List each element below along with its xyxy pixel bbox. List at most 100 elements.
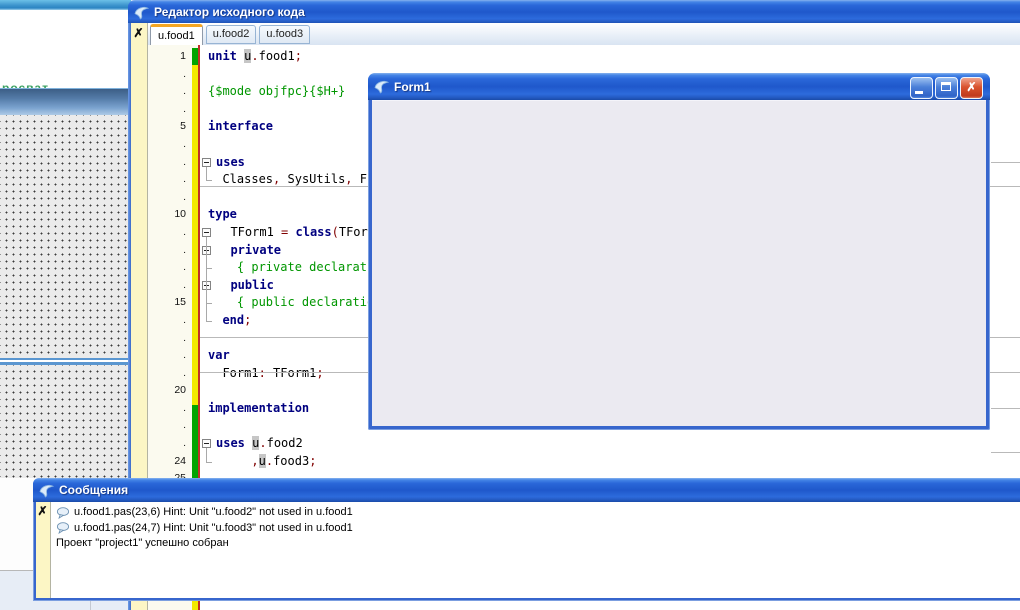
code-token bbox=[216, 243, 230, 257]
gutter-line-number: . bbox=[148, 136, 192, 154]
code-token: ; bbox=[309, 454, 316, 468]
code-token: private bbox=[230, 243, 281, 257]
gutter-line-number: . bbox=[148, 259, 192, 277]
message-item[interactable]: u.food1.pas(24,7) Hint: Unit "u.food3" n… bbox=[56, 521, 1020, 537]
gutter-line-number: . bbox=[148, 330, 192, 348]
gutter-line-number: 1 bbox=[148, 48, 192, 66]
code-token: class bbox=[296, 225, 332, 239]
code-token: {$mode objfpc}{$H+} bbox=[208, 84, 345, 98]
code-token: type bbox=[208, 207, 237, 221]
background-window-edge bbox=[0, 0, 131, 10]
messages-close-button[interactable]: ✗ bbox=[36, 504, 49, 518]
code-token bbox=[208, 454, 251, 468]
gutter-line-number: . bbox=[148, 83, 192, 101]
code-line: ,u.food3; bbox=[200, 453, 1020, 471]
maximize-button[interactable] bbox=[935, 77, 958, 99]
form-designer-grid-top bbox=[0, 115, 131, 358]
message-item[interactable]: Проект "project1" успешно собран bbox=[56, 536, 1020, 552]
gutter-line-number: 20 bbox=[148, 382, 192, 400]
messages-window: Сообщения ✗ u.food1.pas(23,6) Hint: Unit… bbox=[33, 478, 1020, 601]
form-designer-grid-bottom bbox=[0, 365, 131, 478]
fold-toggle-icon[interactable] bbox=[202, 439, 211, 448]
code-token: TForm1 bbox=[216, 225, 281, 239]
code-token: SysUtils bbox=[280, 172, 345, 186]
form1-window: Form1 ✗ bbox=[368, 73, 990, 430]
section-divider-line bbox=[991, 408, 1020, 409]
source-editor-titlebar[interactable]: Редактор исходного кода bbox=[128, 0, 1020, 24]
code-line: unit u.food1; bbox=[200, 48, 1020, 66]
code-token: unit bbox=[208, 49, 237, 63]
gutter-line-number: . bbox=[148, 347, 192, 365]
code-token: public bbox=[230, 278, 273, 292]
fold-range-tick bbox=[206, 303, 212, 304]
code-token bbox=[208, 313, 222, 327]
gutter-line-number: . bbox=[148, 224, 192, 242]
speech-bubble-icon bbox=[56, 507, 70, 519]
fold-range-tick bbox=[206, 462, 212, 463]
form1-titlebar[interactable]: Form1 ✗ bbox=[368, 73, 990, 100]
gutter-line-number: 24 bbox=[148, 453, 192, 471]
gutter-line-number: . bbox=[148, 242, 192, 260]
code-token: food2 bbox=[267, 436, 303, 450]
minimize-icon bbox=[915, 91, 923, 94]
lazarus-icon bbox=[39, 483, 54, 498]
code-token: Classes bbox=[208, 172, 273, 186]
code-token: food1 bbox=[259, 49, 295, 63]
tab-u.food3[interactable]: u.food3 bbox=[259, 25, 310, 44]
code-token: ; bbox=[244, 313, 251, 327]
code-token: uses bbox=[216, 155, 245, 169]
gutter-line-number: 5 bbox=[148, 118, 192, 136]
code-token: . bbox=[266, 454, 273, 468]
messages-body: ✗ u.food1.pas(23,6) Hint: Unit "u.food2"… bbox=[36, 502, 1020, 598]
messages-list: u.food1.pas(23,6) Hint: Unit "u.food2" n… bbox=[56, 505, 1020, 552]
code-token: , bbox=[345, 172, 352, 186]
messages-side-strip: ✗ bbox=[36, 502, 51, 598]
gutter-line-number: . bbox=[148, 277, 192, 295]
message-text: Проект "project1" успешно собран bbox=[56, 536, 229, 552]
lazarus-icon bbox=[374, 79, 389, 94]
code-token: ( bbox=[332, 225, 339, 239]
code-token: ; bbox=[295, 49, 302, 63]
code-token: . bbox=[251, 49, 258, 63]
code-token: end bbox=[222, 313, 244, 327]
background-form-titlebar bbox=[0, 88, 131, 116]
gutter-line-number: . bbox=[148, 417, 192, 435]
gutter-line-number: . bbox=[148, 312, 192, 330]
fold-range-tick bbox=[206, 268, 212, 269]
section-divider-line bbox=[991, 162, 1020, 163]
editor-tab-bar: u.food1u.food2u.food3 bbox=[148, 23, 1020, 46]
messages-titlebar[interactable]: Сообщения bbox=[33, 478, 1020, 502]
close-button[interactable]: ✗ bbox=[960, 77, 983, 99]
code-token: . bbox=[259, 436, 266, 450]
fold-range-tick bbox=[206, 180, 212, 181]
fold-toggle-icon[interactable] bbox=[202, 228, 211, 237]
code-token bbox=[216, 278, 230, 292]
tab-u.food1[interactable]: u.food1 bbox=[150, 24, 203, 46]
code-token: food3 bbox=[273, 454, 309, 468]
gutter-line-number: 15 bbox=[148, 294, 192, 312]
code-token bbox=[288, 225, 295, 239]
gutter-line-number: 10 bbox=[148, 206, 192, 224]
gutter-line-number: . bbox=[148, 400, 192, 418]
speech-bubble-icon bbox=[56, 522, 70, 534]
background-white-panel: росват bbox=[0, 10, 131, 89]
messages-title: Сообщения bbox=[59, 483, 128, 497]
fold-range-line bbox=[206, 448, 207, 462]
editor-close-page-button[interactable]: ✗ bbox=[132, 26, 145, 40]
code-line: uses u.food2 bbox=[200, 435, 1020, 453]
highlighted-occurrence: u bbox=[259, 454, 266, 468]
tab-u.food2[interactable]: u.food2 bbox=[206, 25, 257, 44]
minimize-button[interactable] bbox=[910, 77, 933, 99]
source-editor-title: Редактор исходного кода bbox=[154, 5, 305, 19]
code-token: , bbox=[251, 454, 258, 468]
message-item[interactable]: u.food1.pas(23,6) Hint: Unit "u.food2" n… bbox=[56, 505, 1020, 521]
form1-title: Form1 bbox=[394, 80, 431, 94]
message-text: u.food1.pas(23,6) Hint: Unit "u.food2" n… bbox=[74, 505, 353, 521]
gutter-line-number: . bbox=[148, 154, 192, 172]
form1-client-area[interactable] bbox=[372, 100, 986, 426]
code-token: uses bbox=[216, 436, 245, 450]
gutter-line-number: . bbox=[148, 101, 192, 119]
code-token: var bbox=[208, 348, 230, 362]
gutter-line-number: . bbox=[148, 66, 192, 84]
fold-toggle-icon[interactable] bbox=[202, 158, 211, 167]
